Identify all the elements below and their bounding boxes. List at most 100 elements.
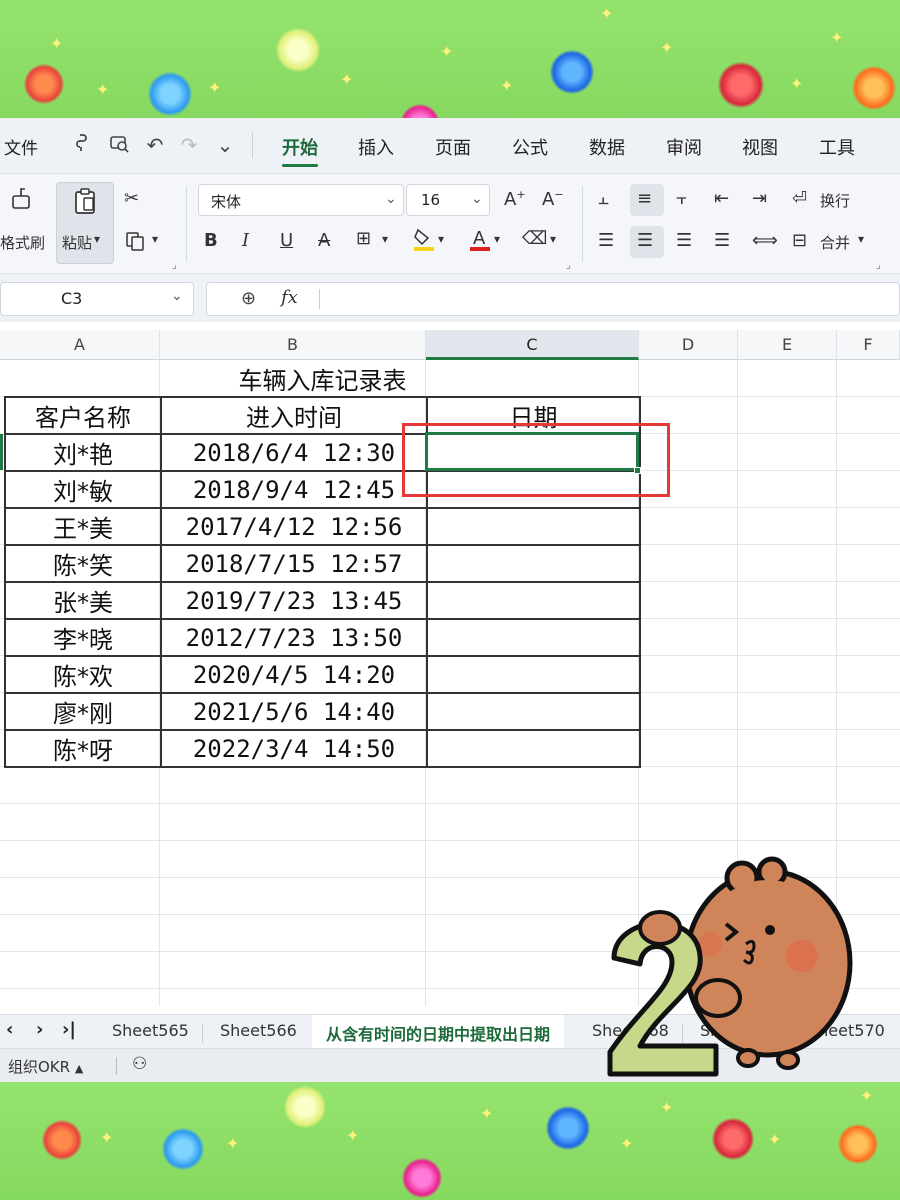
column-header-f[interactable]: F [837, 330, 900, 360]
merge-cells-button[interactable]: 合并 [820, 232, 850, 253]
align-right-icon[interactable]: ☰ [676, 230, 692, 251]
cell-name[interactable]: 王*美 [4, 507, 162, 546]
dialog-launcher-icon[interactable]: ⌟ [172, 260, 177, 271]
decrease-font-icon[interactable]: A− [542, 188, 564, 210]
chevron-down-icon[interactable]: ⌄ [212, 132, 238, 158]
cell-time[interactable]: 2020/4/5 14:20 [160, 655, 428, 694]
tab-insert[interactable]: 插入 [358, 134, 394, 160]
chevron-down-icon[interactable]: ▾ [382, 232, 388, 246]
font-name-select[interactable]: 宋体 ⌄ [198, 184, 404, 216]
name-box[interactable]: C3 ⌄ [0, 282, 194, 316]
menu-file[interactable]: 文件 [4, 134, 38, 159]
column-header-e[interactable]: E [738, 330, 837, 360]
cell-name[interactable]: 李*晓 [4, 618, 162, 657]
print-preview-icon[interactable] [106, 132, 132, 158]
cell-name[interactable]: 刘*敏 [4, 470, 162, 509]
cell-time[interactable]: 2018/9/4 12:45 [160, 470, 428, 509]
increase-indent-icon[interactable]: ⇥ [752, 188, 767, 209]
cell-name[interactable]: 张*美 [4, 581, 162, 620]
clipboard-icon[interactable] [70, 186, 100, 221]
cell-name[interactable]: 陈*欢 [4, 655, 162, 694]
tab-data[interactable]: 数据 [589, 134, 625, 160]
dialog-launcher-icon[interactable]: ⌟ [876, 260, 881, 271]
cell-name[interactable]: 陈*笑 [4, 544, 162, 583]
cell-date[interactable] [426, 729, 641, 768]
cell-time[interactable]: 2022/3/4 14:50 [160, 729, 428, 768]
cell-name[interactable]: 廖*刚 [4, 692, 162, 731]
distributed-icon[interactable]: ⟺ [752, 230, 778, 251]
align-top-icon[interactable]: ⫠ [598, 188, 609, 209]
paste-label[interactable]: 粘贴 [62, 232, 92, 253]
clear-format-icon[interactable]: ⌫ [522, 228, 547, 249]
header-customer-name[interactable]: 客户名称 [4, 396, 162, 435]
column-header-c[interactable]: C [426, 330, 639, 360]
cut-icon[interactable]: ✂ [124, 188, 139, 209]
chevron-down-icon[interactable]: ▾ [858, 232, 864, 246]
merge-cells-icon[interactable]: ⊟ [792, 230, 807, 251]
dialog-launcher-icon[interactable]: ⌟ [566, 260, 571, 271]
sheet-tab[interactable]: Sheet566 [220, 1021, 297, 1040]
undo-icon[interactable]: ↶ [142, 132, 168, 158]
redo-icon[interactable]: ↷ [176, 132, 202, 158]
tab-view[interactable]: 视图 [742, 134, 778, 160]
strikethrough-icon[interactable]: A [318, 230, 330, 251]
previous-sheet-icon[interactable]: ‹ [6, 1019, 13, 1040]
chevron-down-icon[interactable]: ▾ [152, 232, 158, 246]
cell-date[interactable] [426, 618, 641, 657]
zoom-formula-icon[interactable]: ⊕ [241, 288, 256, 309]
tab-page[interactable]: 页面 [435, 134, 471, 160]
copy-icon[interactable] [124, 230, 146, 257]
next-sheet-icon[interactable]: › [36, 1019, 43, 1040]
cell-time[interactable]: 2012/7/23 13:50 [160, 618, 428, 657]
italic-icon[interactable]: I [242, 230, 249, 251]
cell-name[interactable]: 陈*呀 [4, 729, 162, 768]
align-middle-icon[interactable]: ≡ [637, 188, 652, 209]
cell-date[interactable] [426, 655, 641, 694]
justify-icon[interactable]: ☰ [714, 230, 730, 251]
column-header-b[interactable]: B [160, 330, 426, 360]
chevron-down-icon[interactable]: ▾ [438, 232, 444, 246]
formula-input[interactable]: ⊕ fx [206, 282, 900, 316]
underline-icon[interactable]: U [280, 230, 293, 251]
font-color-icon[interactable]: A [468, 226, 492, 257]
format-painter-icon[interactable] [8, 186, 34, 217]
tab-review[interactable]: 审阅 [666, 134, 702, 160]
last-sheet-icon[interactable]: ›| [62, 1019, 76, 1040]
table-title[interactable]: 车辆入库记录表 [5, 360, 640, 398]
chevron-down-icon[interactable]: ▾ [94, 232, 100, 246]
cell-date[interactable] [426, 581, 641, 620]
accessibility-icon[interactable]: ⚇ [132, 1054, 147, 1074]
link-icon[interactable] [70, 132, 96, 158]
tab-formulas[interactable]: 公式 [512, 134, 548, 160]
header-entry-time[interactable]: 进入时间 [160, 396, 428, 435]
wrap-text-icon[interactable]: ⏎ [792, 188, 807, 209]
align-left-icon[interactable]: ☰ [598, 230, 614, 251]
cell-time[interactable]: 2018/6/4 12:30 [160, 433, 428, 472]
cell-date[interactable] [426, 692, 641, 731]
wrap-text-button[interactable]: 换行 [820, 190, 850, 211]
column-header-d[interactable]: D [639, 330, 738, 360]
cell-time[interactable]: 2021/5/6 14:40 [160, 692, 428, 731]
fill-color-icon[interactable] [412, 226, 436, 257]
tab-home[interactable]: 开始 [282, 134, 318, 160]
column-header-a[interactable]: A [0, 330, 160, 360]
bold-icon[interactable]: B [204, 230, 218, 251]
cell-name[interactable]: 刘*艳 [4, 433, 162, 472]
decrease-indent-icon[interactable]: ⇤ [714, 188, 729, 209]
format-painter-button[interactable]: 格式刷 [0, 232, 45, 253]
cell-time[interactable]: 2018/7/15 12:57 [160, 544, 428, 583]
cell-date[interactable] [426, 544, 641, 583]
okr-button[interactable]: 组织OKR ▲ [8, 1056, 83, 1077]
font-size-select[interactable]: 16 ⌄ [406, 184, 490, 216]
chevron-down-icon[interactable]: ▾ [550, 232, 556, 246]
tab-tools[interactable]: 工具 [819, 134, 855, 160]
cell-time[interactable]: 2017/4/12 12:56 [160, 507, 428, 546]
align-bottom-icon[interactable]: ⫟ [676, 188, 687, 209]
chevron-down-icon[interactable]: ▾ [494, 232, 500, 246]
cell-time[interactable]: 2019/7/23 13:45 [160, 581, 428, 620]
borders-icon[interactable]: ⊞ [356, 228, 371, 249]
sheet-tab-active[interactable]: 从含有时间的日期中提取出日期 [312, 1015, 565, 1049]
sheet-tab[interactable]: Sheet565 [112, 1021, 189, 1040]
cell-date[interactable] [426, 507, 641, 546]
align-center-icon[interactable]: ☰ [637, 230, 653, 251]
